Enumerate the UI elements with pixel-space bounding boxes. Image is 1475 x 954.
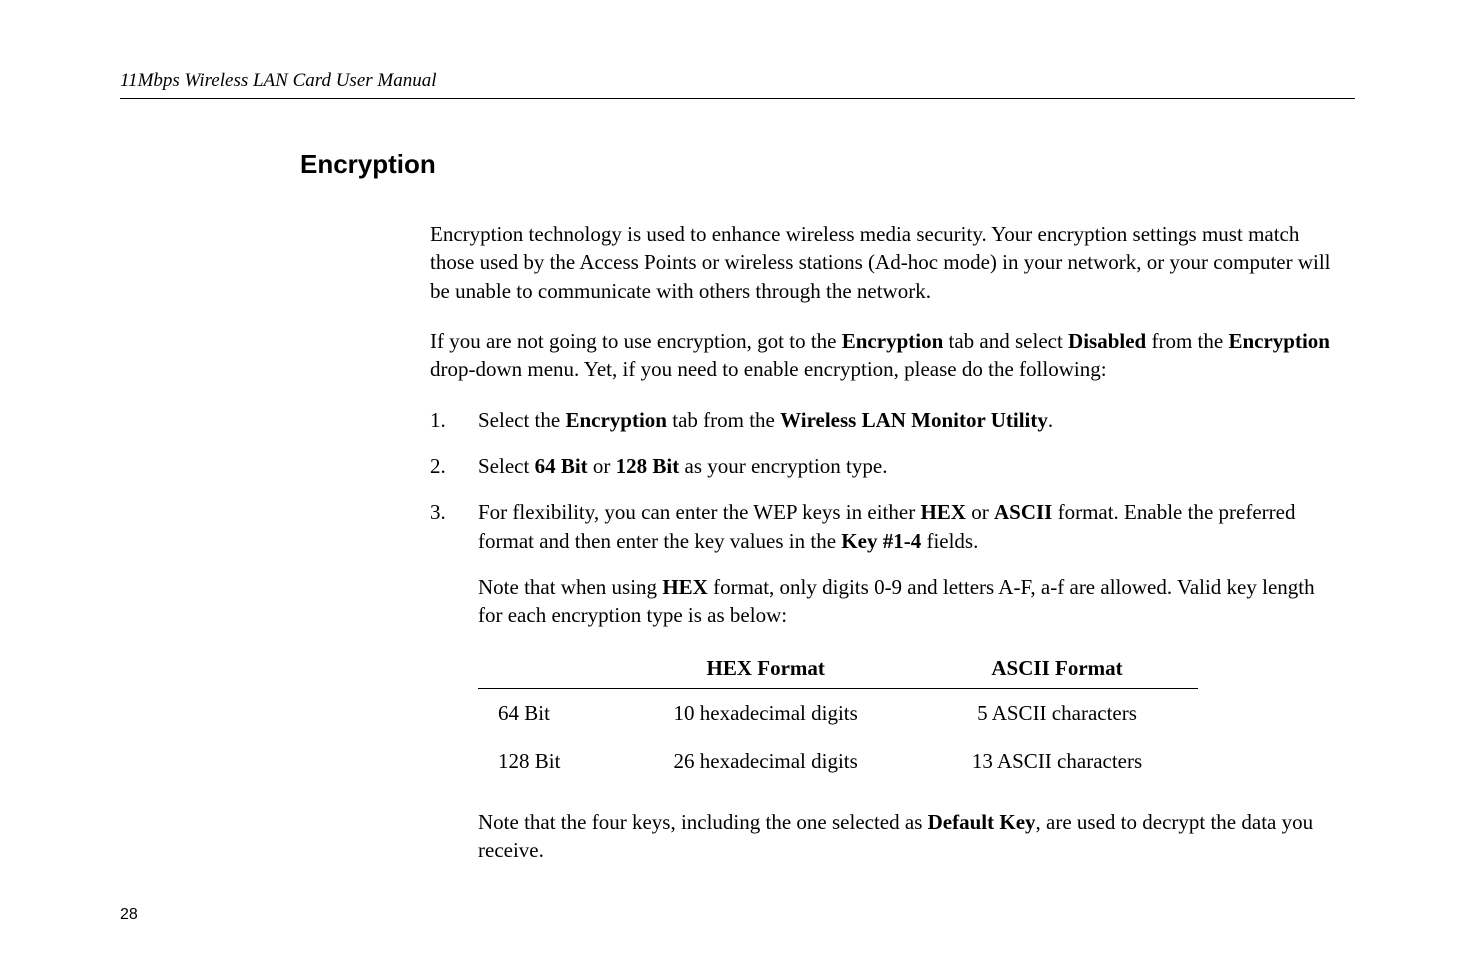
list-item-1: 1. Select the Encryption tab from the Wi… bbox=[430, 406, 1335, 434]
bold-text: Encryption bbox=[1228, 329, 1330, 353]
text: Note that when using bbox=[478, 575, 662, 599]
table-row: 128 Bit 26 hexadecimal digits 13 ASCII c… bbox=[478, 737, 1198, 785]
list-text: For flexibility, you can enter the WEP k… bbox=[478, 498, 1335, 555]
text: as your encryption type. bbox=[679, 454, 887, 478]
table-cell: 128 Bit bbox=[478, 737, 615, 785]
text: fields. bbox=[921, 529, 978, 553]
text: or bbox=[966, 500, 994, 524]
bold-text: 64 Bit bbox=[535, 454, 588, 478]
table-header: HEX Format bbox=[615, 648, 916, 689]
bold-text: Wireless LAN Monitor Utility bbox=[780, 408, 1048, 432]
list-number: 1. bbox=[430, 406, 478, 434]
text: from the bbox=[1146, 329, 1228, 353]
list-number: 3. bbox=[430, 498, 478, 555]
text: If you are not going to use encryption, … bbox=[430, 329, 842, 353]
text: or bbox=[588, 454, 616, 478]
text: Select the bbox=[478, 408, 565, 432]
section-title: Encryption bbox=[300, 149, 1355, 180]
list-number: 2. bbox=[430, 452, 478, 480]
text: For flexibility, you can enter the WEP k… bbox=[478, 500, 920, 524]
table-header: ASCII Format bbox=[916, 648, 1198, 689]
paragraph-2: If you are not going to use encryption, … bbox=[430, 327, 1335, 384]
bold-text: HEX bbox=[662, 575, 708, 599]
list-text: Select the Encryption tab from the Wirel… bbox=[478, 406, 1335, 434]
table-cell: 64 Bit bbox=[478, 689, 615, 738]
paragraph-1: Encryption technology is used to enhance… bbox=[430, 220, 1335, 305]
header-text: 11Mbps Wireless LAN Card User Manual bbox=[120, 70, 1355, 99]
text: drop-down menu. Yet, if you need to enab… bbox=[430, 357, 1107, 381]
table-cell: 10 hexadecimal digits bbox=[615, 689, 916, 738]
sub-paragraph-1: Note that when using HEX format, only di… bbox=[478, 573, 1335, 630]
table-cell: 26 hexadecimal digits bbox=[615, 737, 916, 785]
bold-text: Encryption bbox=[842, 329, 944, 353]
bold-text: Encryption bbox=[565, 408, 667, 432]
bold-text: 128 Bit bbox=[616, 454, 680, 478]
page-number: 28 bbox=[120, 906, 138, 924]
text: tab and select bbox=[943, 329, 1068, 353]
table-row: 64 Bit 10 hexadecimal digits 5 ASCII cha… bbox=[478, 689, 1198, 738]
list-item-3: 3. For flexibility, you can enter the WE… bbox=[430, 498, 1335, 555]
text: . bbox=[1048, 408, 1053, 432]
content-area: Encryption technology is used to enhance… bbox=[430, 220, 1335, 865]
table-cell: 5 ASCII characters bbox=[916, 689, 1198, 738]
bold-text: Disabled bbox=[1068, 329, 1146, 353]
table-header-row: HEX Format ASCII Format bbox=[478, 648, 1198, 689]
list-text: Select 64 Bit or 128 Bit as your encrypt… bbox=[478, 452, 1335, 480]
table-cell: 13 ASCII characters bbox=[916, 737, 1198, 785]
list-item-2: 2. Select 64 Bit or 128 Bit as your encr… bbox=[430, 452, 1335, 480]
bold-text: Key #1-4 bbox=[841, 529, 921, 553]
sub-paragraph-2: Note that the four keys, including the o… bbox=[478, 808, 1335, 865]
text: Note that the four keys, including the o… bbox=[478, 810, 928, 834]
bold-text: Default Key bbox=[928, 810, 1036, 834]
key-length-table: HEX Format ASCII Format 64 Bit 10 hexade… bbox=[478, 648, 1198, 786]
text: Select bbox=[478, 454, 535, 478]
bold-text: HEX bbox=[920, 500, 966, 524]
bold-text: ASCII bbox=[994, 500, 1052, 524]
text: tab from the bbox=[667, 408, 780, 432]
table-header bbox=[478, 648, 615, 689]
